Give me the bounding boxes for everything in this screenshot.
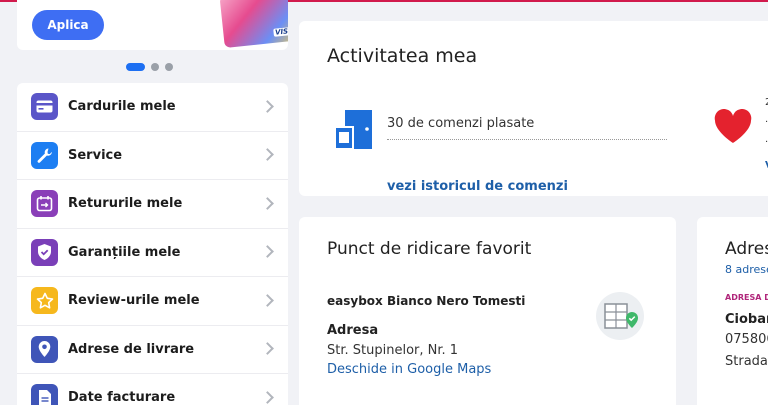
carousel-dot-2[interactable] [151,63,159,71]
orders-count: 30 de comenzi plasate [387,116,535,131]
google-maps-link[interactable]: Deschide in Google Maps [327,362,491,377]
menu-item-label: Retururile mele [68,196,183,212]
credit-card-image: VISA [219,0,288,49]
menu-item-label: Cardurile mele [68,99,176,115]
menu-item-service[interactable]: Service [17,132,288,180]
address-street: Strada [725,354,768,369]
menu-item-label: Review-urile mele [68,293,200,309]
menu-item-label: Adrese de livrare [68,341,195,357]
pickup-address-label: Adresa [327,323,379,338]
carousel-dot-1[interactable] [126,63,145,71]
menu-item-reviews[interactable]: Review-urile mele [17,277,288,326]
pickup-name: easybox Bianco Nero Tomesti [327,294,526,308]
menu-item-delivery-addresses[interactable]: Adrese de livrare [17,326,288,374]
pickup-title: Punct de ridicare favorit [327,239,532,259]
menu-item-returns[interactable]: Retururile mele [17,180,288,229]
chevron-right-icon [261,99,274,113]
menu-item-label: Service [68,147,123,163]
favorites-heart-icon [713,108,753,149]
address-name: Ciobani [725,312,768,327]
apply-button[interactable]: Aplica [32,10,104,40]
chevron-right-icon [261,148,274,162]
dotted-divider [387,139,667,140]
favorite-pickup-panel: Punct de ridicare favorit easybox Bianco… [299,217,676,405]
shield-check-icon [31,238,58,266]
addresses-title: Adres [725,239,768,259]
carousel-dots [126,63,173,71]
promo-banner: Aplica VISA [17,0,288,50]
wrench-icon [31,141,58,169]
orders-door-icon [334,109,374,155]
menu-item-warranties[interactable]: Garanțiile mele [17,229,288,277]
address-type-tag: ADRESA D [725,293,768,302]
order-history-link[interactable]: vezi istoricul de comenzi [387,179,568,194]
activity-panel: Activitatea mea 30 de comenzi plasate ve… [299,21,768,196]
easybox-locker-icon [596,292,644,340]
menu-item-label: Garanțiile mele [68,244,181,260]
chevron-right-icon [261,245,274,259]
chevron-right-icon [261,293,274,307]
carousel-dot-3[interactable] [165,63,173,71]
location-pin-icon [31,335,58,363]
return-calendar-icon [31,190,58,218]
chevron-right-icon [261,342,274,356]
address-phone: 075806 [725,332,768,347]
visa-logo: VISA [272,26,288,37]
menu-item-billing-data[interactable]: Date facturare [17,374,288,405]
account-menu: Cardurile mele Service Retururile mele G… [17,83,288,405]
document-icon [31,384,58,405]
pickup-address: Str. Stupinelor, Nr. 1 [327,343,459,358]
activity-title: Activitatea mea [327,45,478,67]
chevron-right-icon [261,196,274,210]
menu-item-label: Date facturare [68,390,176,405]
menu-item-cards[interactable]: Cardurile mele [17,83,288,132]
chevron-right-icon [261,390,274,404]
credit-card-icon [31,93,58,121]
addresses-panel: Adres 8 adrese ADRESA D Ciobani 075806 S… [697,217,768,405]
star-icon [31,287,58,315]
addresses-count-link[interactable]: 8 adrese [725,263,768,276]
